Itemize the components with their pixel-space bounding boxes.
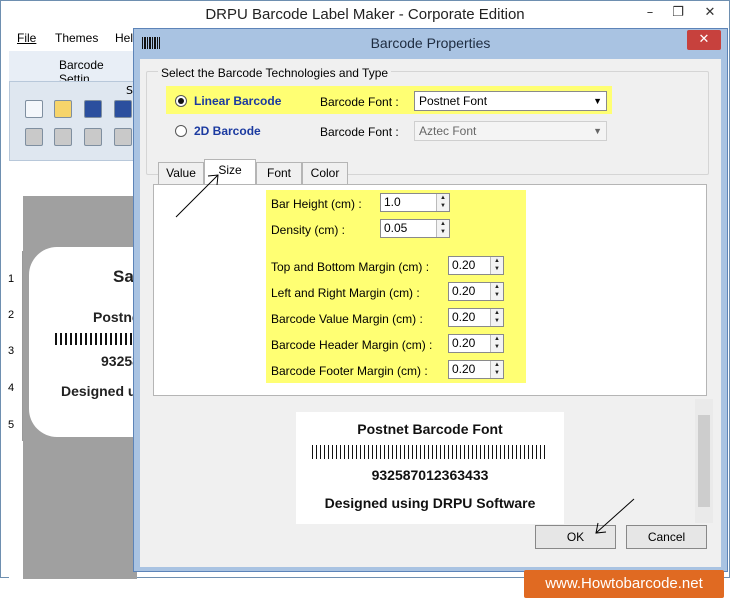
watermark-badge: www.Howtobarcode.net (524, 570, 724, 598)
label-preview-card[interactable]: Sa Postnet 93258 Designed u (29, 247, 144, 437)
unlock-icon[interactable] (114, 128, 132, 146)
spinner-arrows-icon[interactable]: ▲ ▼ (490, 309, 503, 326)
ruler-mark: 4 (8, 382, 15, 394)
technology-group-title: Select the Barcode Technologies and Type (158, 66, 392, 80)
linear-font-value: Postnet Font (419, 94, 488, 108)
menu-help[interactable]: Hel (115, 31, 133, 45)
main-window-title: DRPU Barcode Label Maker - Corporate Edi… (1, 1, 729, 29)
maximize-button[interactable]: ❐ (665, 3, 691, 23)
open-folder-icon[interactable] (54, 100, 72, 118)
top-bottom-margin-value: 0.20 (452, 258, 476, 272)
toolbar: S (9, 81, 137, 161)
spinner-arrows-icon[interactable]: ▲ ▼ (436, 194, 449, 211)
linear-font-label: Barcode Font : (320, 95, 399, 109)
footer-margin-stepper[interactable]: 0.20 ▲ ▼ (448, 360, 504, 379)
top-bottom-margin-stepper[interactable]: 0.20 ▲ ▼ (448, 256, 504, 275)
arrow-annotation-icon (595, 498, 635, 534)
lock-icon[interactable] (84, 128, 102, 146)
preview-value-text: 932587012363433 (371, 467, 489, 483)
spinner-arrows-icon[interactable]: ▲ ▼ (490, 335, 503, 352)
2d-barcode-label[interactable]: 2D Barcode (194, 124, 261, 138)
left-right-margin-value: 0.20 (452, 284, 476, 298)
header-margin-label: Barcode Header Margin (cm) : (271, 338, 433, 352)
ruler-mark: 1 (8, 273, 15, 285)
top-bottom-margin-label: Top and Bottom Margin (cm) : (271, 260, 430, 274)
linear-barcode-radio[interactable] (175, 95, 187, 107)
footer-margin-label: Barcode Footer Margin (cm) : (271, 364, 428, 378)
save-as-icon[interactable] (114, 100, 132, 118)
spinner-arrows-icon[interactable]: ▲ ▼ (490, 257, 503, 274)
bar-height-value: 1.0 (384, 195, 401, 209)
chevron-down-icon: ▼ (593, 126, 602, 136)
arrow-annotation-icon (175, 174, 219, 218)
dialog-close-button[interactable]: ✕ (687, 30, 721, 50)
left-right-margin-label: Left and Right Margin (cm) : (271, 286, 420, 300)
preview-postnet-barcode (312, 445, 548, 459)
save-icon[interactable] (84, 100, 102, 118)
preview-scrollbar[interactable] (695, 399, 713, 523)
density-label: Density (cm) : (271, 223, 346, 237)
tab-font[interactable]: Font (256, 162, 302, 184)
linear-font-select[interactable]: Postnet Font ▼ (414, 91, 607, 111)
header-margin-stepper[interactable]: 0.20 ▲ ▼ (448, 334, 504, 353)
label-footer-text: Designed u (61, 383, 137, 399)
vertical-ruler: 1 2 3 4 5 (5, 251, 23, 441)
copy-icon[interactable] (25, 128, 43, 146)
spinner-arrows-icon[interactable]: ▲ ▼ (490, 361, 503, 378)
barcode-preview: Postnet Barcode Font 932587012363433 Des… (296, 412, 564, 524)
ruler-mark: 2 (8, 309, 15, 321)
ribbon-tab-bar: Barcode Settin (9, 51, 137, 86)
menu-bar: File Themes Hel (9, 29, 139, 49)
bar-height-label: Bar Height (cm) : (271, 197, 362, 211)
value-margin-value: 0.20 (452, 310, 476, 324)
2d-barcode-radio[interactable] (175, 125, 187, 137)
label-barcode (55, 333, 137, 345)
spinner-arrows-icon[interactable]: ▲ ▼ (490, 283, 503, 300)
new-file-icon[interactable] (25, 100, 43, 118)
spinner-arrows-icon[interactable]: ▲ ▼ (436, 220, 449, 237)
paste-icon[interactable] (54, 128, 72, 146)
toolbar-group-label: S (126, 84, 133, 97)
value-margin-label: Barcode Value Margin (cm) : (271, 312, 423, 326)
header-margin-value: 0.20 (452, 336, 476, 350)
2d-font-select[interactable]: Aztec Font ▼ (414, 121, 607, 141)
footer-margin-value: 0.20 (452, 362, 476, 376)
label-title-text: Sa (113, 267, 134, 286)
2d-font-label: Barcode Font : (320, 125, 399, 139)
main-close-button[interactable]: ✕ (697, 3, 723, 23)
value-margin-stepper[interactable]: 0.20 ▲ ▼ (448, 308, 504, 327)
preview-footer-text: Designed using DRPU Software (324, 495, 536, 511)
scroll-thumb[interactable] (698, 415, 710, 507)
barcode-properties-dialog: Barcode Properties ✕ Select the Barcode … (133, 28, 728, 572)
left-right-margin-stepper[interactable]: 0.20 ▲ ▼ (448, 282, 504, 301)
linear-barcode-label[interactable]: Linear Barcode (194, 94, 281, 108)
ruler-mark: 5 (8, 419, 15, 431)
chevron-down-icon: ▼ (593, 96, 602, 106)
density-stepper[interactable]: 0.05 ▲ ▼ (380, 219, 450, 238)
tab-color[interactable]: Color (302, 162, 348, 184)
ruler-mark: 3 (8, 345, 15, 357)
menu-themes[interactable]: Themes (55, 31, 98, 45)
preview-header-text: Postnet Barcode Font (357, 421, 503, 437)
density-value: 0.05 (384, 221, 408, 235)
2d-font-value: Aztec Font (419, 124, 477, 138)
menu-file[interactable]: File (17, 31, 36, 45)
minimize-button[interactable]: – (637, 3, 663, 23)
dialog-title: Barcode Properties (370, 35, 491, 51)
bar-height-stepper[interactable]: 1.0 ▲ ▼ (380, 193, 450, 212)
